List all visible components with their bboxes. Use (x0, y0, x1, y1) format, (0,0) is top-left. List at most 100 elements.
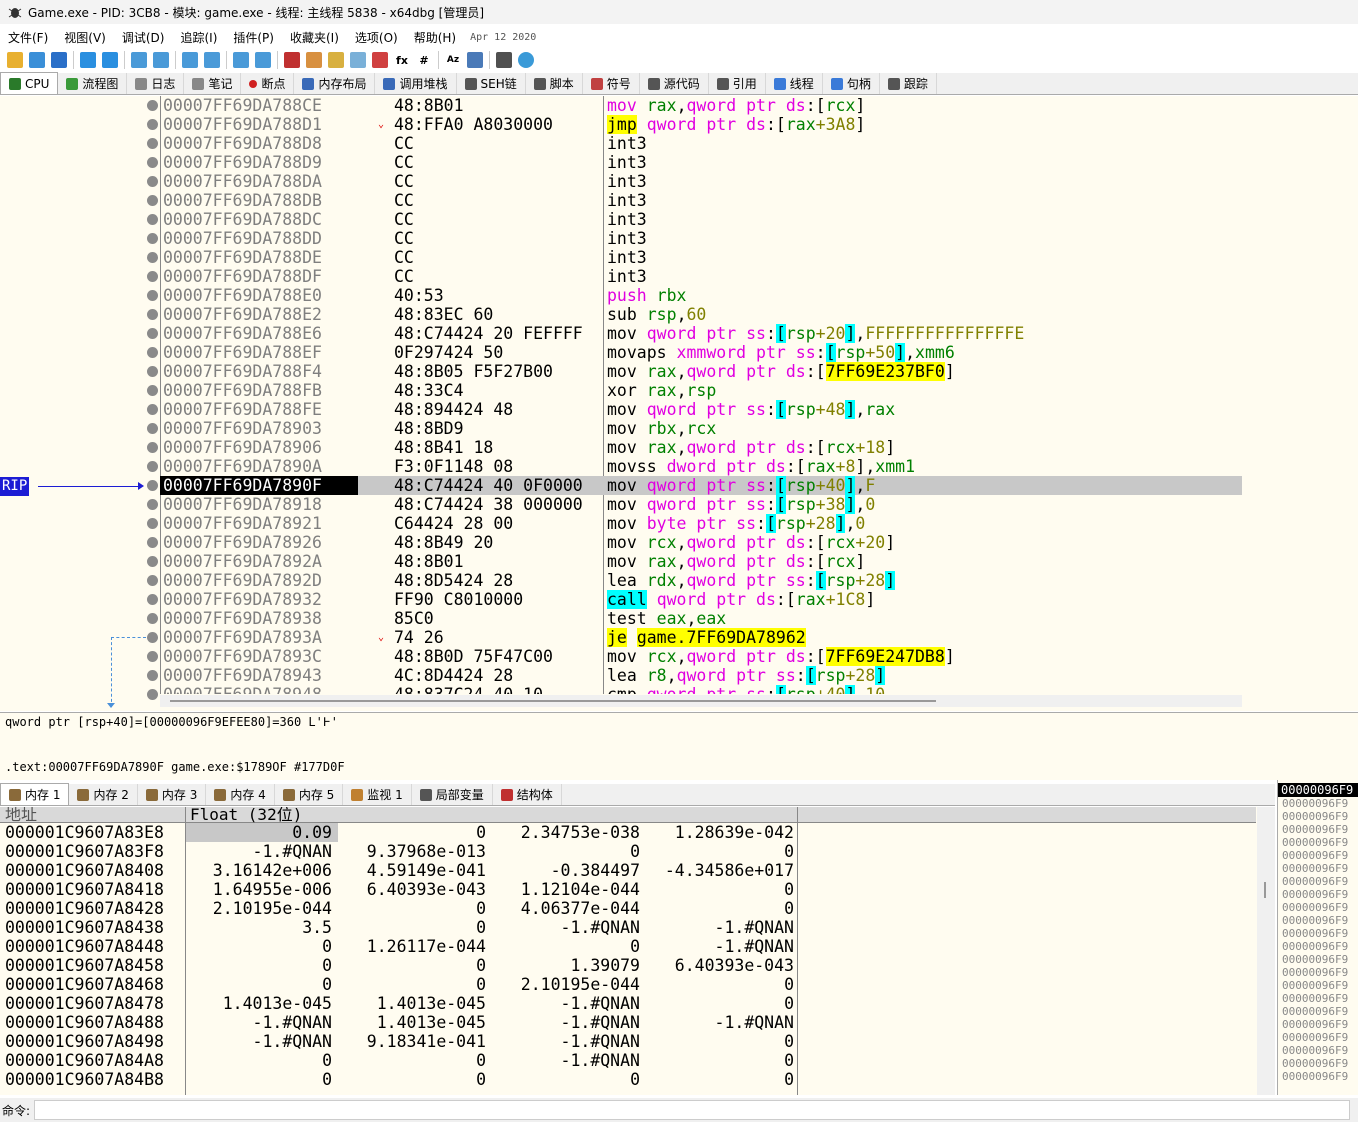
dump-value[interactable]: 9.37968e-013 (336, 842, 486, 861)
menu-item-3[interactable]: 追踪(I) (172, 29, 225, 46)
dump-value[interactable]: 0 (644, 842, 794, 861)
dump-value[interactable]: -1.#QNAN (182, 1032, 332, 1051)
stack-row[interactable]: 00000096F9 (1278, 901, 1358, 914)
breakpoint-dot[interactable] (147, 404, 158, 415)
bookmark-icon[interactable] (372, 52, 388, 68)
stack-row[interactable]: 00000096F9 (1278, 1031, 1358, 1044)
function-icon[interactable]: fx (394, 52, 410, 68)
dump-value[interactable]: 0 (182, 1070, 332, 1089)
disasm-row[interactable]: 00007FF69DA788FE 48:894424 48 mov qword pt… (160, 400, 1242, 419)
dump-value[interactable]: 1.64955e-006 (182, 880, 332, 899)
calculator-icon[interactable] (496, 52, 512, 68)
tab-8[interactable]: 脚本 (526, 73, 583, 94)
dump-value[interactable]: 1.39079 (490, 956, 640, 975)
tab-12[interactable]: 线程 (766, 73, 823, 94)
dump-row[interactable]: 000001C9607A8448 0 1.26117e-044 0 -1.#QNAN (0, 937, 1256, 956)
stack-row[interactable]: 00000096F9 (1278, 875, 1358, 888)
stop-icon[interactable] (51, 52, 67, 68)
breakpoint-dot[interactable] (147, 347, 158, 358)
breakpoint-dot[interactable] (147, 537, 158, 548)
tab-14[interactable]: 跟踪 (880, 73, 937, 94)
dump-value[interactable]: 1.4013e-045 (336, 1013, 486, 1032)
dump-value[interactable]: 0 (644, 975, 794, 994)
command-input[interactable] (34, 1100, 1351, 1120)
dump-tab-6[interactable]: 局部变量 (412, 784, 493, 805)
dump-value[interactable]: 4.59149e-041 (336, 861, 486, 880)
disasm-row[interactable]: 00007FF69DA78938 85C0 test eax,eax (160, 609, 1242, 628)
dump-value[interactable]: 3.16142e+006 (182, 861, 332, 880)
dump-value[interactable]: 0 (644, 899, 794, 918)
breakpoint-dot[interactable] (147, 461, 158, 472)
breakpoint-column[interactable] (146, 96, 160, 700)
breakpoint-dot[interactable] (147, 651, 158, 662)
tab-1[interactable]: 流程图 (58, 73, 128, 94)
breakpoint-dot[interactable] (147, 366, 158, 377)
breakpoint-dot[interactable] (147, 499, 158, 510)
disasm-row[interactable]: 00007FF69DA78906 48:8B41 18 mov rax,qword … (160, 438, 1242, 457)
dump-vscrollbar[interactable] (1257, 807, 1275, 1095)
menu-item-7[interactable]: 帮助(H) (406, 29, 464, 46)
step-into-icon[interactable] (131, 52, 147, 68)
dump-value[interactable]: 0 (644, 880, 794, 899)
dump-value[interactable]: 0 (644, 1051, 794, 1070)
stack-row[interactable]: 00000096F9 (1278, 823, 1358, 836)
hash-icon[interactable]: # (416, 52, 432, 68)
disasm-row[interactable]: 00007FF69DA7893C 48:8B0D 75F47C00 mov rcx,… (160, 647, 1242, 666)
dump-row[interactable]: 000001C9607A8478 1.4013e-045 1.4013e-045 -1… (0, 994, 1256, 1013)
trace-over-icon[interactable] (204, 52, 220, 68)
disasm-row[interactable]: 00007FF69DA788D9 CC int3 (160, 153, 1242, 172)
dump-value[interactable]: 0 (336, 975, 486, 994)
disasm-row[interactable]: 00007FF69DA78943 4C:8D4424 28 lea r8,qword… (160, 666, 1242, 685)
tab-4[interactable]: 断点 (241, 73, 295, 94)
disasm-row[interactable]: 00007FF69DA7890A F3:0F1148 08 movss dword … (160, 457, 1242, 476)
disasm-row[interactable]: 00007FF69DA788EF 0F297424 50 movaps xmmwor… (160, 343, 1242, 362)
dump-value[interactable]: -1.#QNAN (490, 1032, 640, 1051)
run-to-user-code-icon[interactable] (255, 52, 271, 68)
dump-value[interactable]: -1.#QNAN (490, 994, 640, 1013)
stack-row[interactable]: 00000096F9 (1278, 979, 1358, 992)
breakpoint-dot[interactable] (147, 556, 158, 567)
disasm-row[interactable]: 00007FF69DA7890F 48:C74424 40 0F0000 mov q… (160, 476, 1242, 495)
stack-row[interactable]: 00000096F9 (1278, 849, 1358, 862)
stack-row[interactable]: 00000096F9 (1278, 888, 1358, 901)
breakpoint-dot[interactable] (147, 385, 158, 396)
tab-13[interactable]: 句柄 (823, 73, 880, 94)
disasm-row[interactable]: 00007FF69DA788E2 48:83EC 60 sub rsp,60 (160, 305, 1242, 324)
disasm-row[interactable]: 00007FF69DA788D8 CC int3 (160, 134, 1242, 153)
dump-value[interactable]: 4.06377e-044 (490, 899, 640, 918)
dump-value[interactable]: 2.34753e-038 (490, 823, 640, 842)
dump-value[interactable]: 9.18341e-041 (336, 1032, 486, 1051)
disasm-row[interactable]: 00007FF69DA788DC CC int3 (160, 210, 1242, 229)
restart-icon[interactable] (29, 52, 45, 68)
breakpoint-dot[interactable] (147, 309, 158, 320)
stack-row[interactable]: 00000096F9 (1278, 992, 1358, 1005)
disasm-row[interactable]: 00007FF69DA788CE 48:8B01 mov rax,qword ptr… (160, 96, 1242, 115)
dump-tab-7[interactable]: 结构体 (493, 784, 562, 805)
disasm-row[interactable]: 00007FF69DA78903 48:8BD9 mov rbx,rcx (160, 419, 1242, 438)
dump-header-type[interactable]: Float (32位) (190, 807, 302, 823)
execute-till-return-icon[interactable] (233, 52, 249, 68)
font-icon[interactable]: Az (445, 52, 461, 68)
stack-row[interactable]: 00000096F9 (1278, 1070, 1358, 1083)
disasm-row[interactable]: 00007FF69DA788D1 ⌄ 48:FFA0 A8030000 jmp qwo… (160, 115, 1242, 134)
disasm-row[interactable]: 00007FF69DA7893A ⌄ 74 26 je game.7FF69DA789… (160, 628, 1242, 647)
tab-3[interactable]: 笔记 (184, 73, 242, 94)
dump-value[interactable]: 6.40393e-043 (336, 880, 486, 899)
breakpoint-dot[interactable] (147, 689, 158, 700)
dump-row[interactable]: 000001C9607A84B8 0 0 0 0 (0, 1070, 1256, 1089)
stack-row[interactable]: 00000096F9 (1278, 914, 1358, 927)
trace-into-icon[interactable] (182, 52, 198, 68)
stack-row[interactable]: 00000096F9 (1278, 1005, 1358, 1018)
dump-value[interactable]: 0 (182, 975, 332, 994)
tab-7[interactable]: SEH链 (457, 73, 526, 94)
breakpoint-dot[interactable] (147, 613, 158, 624)
dump-row[interactable]: 000001C9607A8438 3.5 0 -1.#QNAN -1.#QNAN (0, 918, 1256, 937)
breakpoint-dot[interactable] (147, 214, 158, 225)
tab-6[interactable]: 调用堆栈 (375, 73, 457, 94)
dump-value[interactable]: 0 (644, 1070, 794, 1089)
dump-row[interactable]: 000001C9607A83E8 0.09 0 2.34753e-038 1.28639… (0, 823, 1256, 842)
menu-item-5[interactable]: 收藏夹(I) (282, 29, 347, 46)
breakpoint-dot[interactable] (147, 594, 158, 605)
dump-value[interactable]: -1.#QNAN (644, 1013, 794, 1032)
patch-icon[interactable] (306, 52, 322, 68)
